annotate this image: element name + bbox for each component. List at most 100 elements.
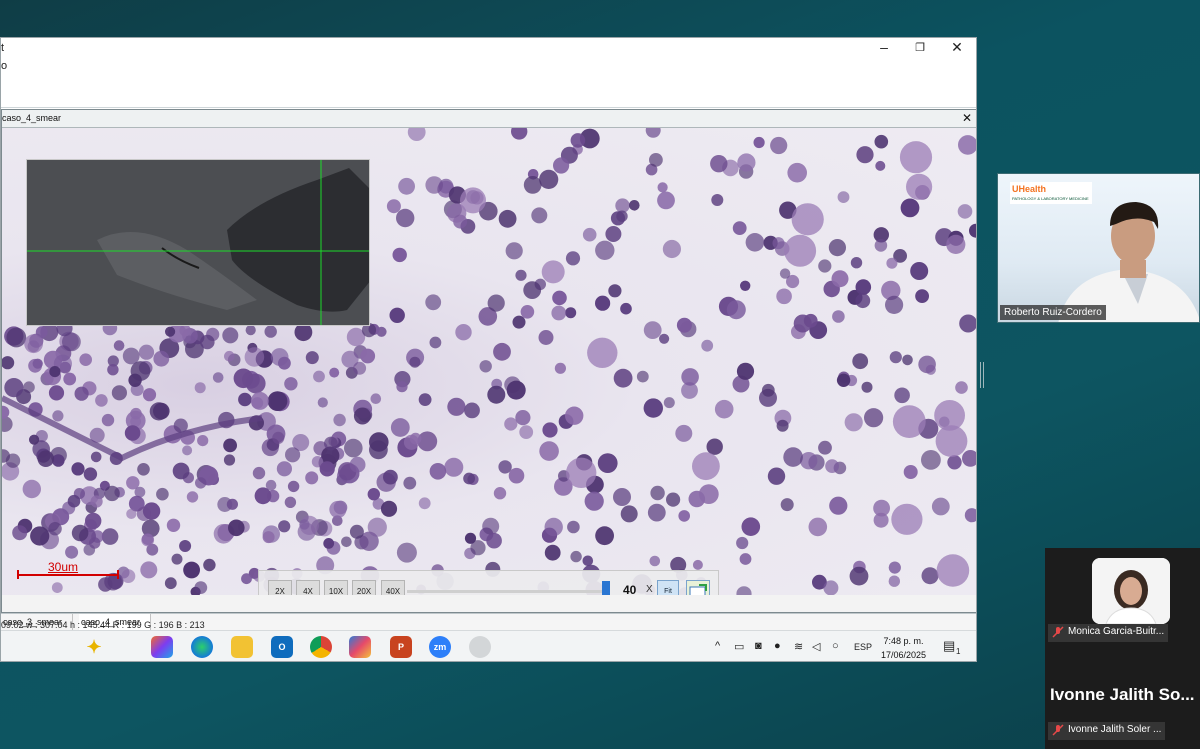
cell-nucleus [429,463,447,480]
cell-nucleus [732,221,747,235]
cell-nucleus [313,370,325,383]
tray-chevron-icon[interactable]: ^ [715,640,720,652]
cell-nucleus [270,348,289,366]
cell-nucleus [706,438,723,455]
notification-icon[interactable]: ▤ [943,638,955,654]
cell-nucleus [244,347,265,367]
cell-nucleus [90,495,103,508]
cell-nucleus [287,480,300,493]
camera-icon[interactable] [469,636,491,658]
cell-nucleus [267,391,288,411]
language-indicator[interactable]: ESP [854,642,872,652]
cell-nucleus [179,540,192,552]
zoom-icon[interactable]: zm [429,636,451,658]
cell-nucleus [493,342,511,361]
cell-nucleus [140,561,158,579]
edge-icon[interactable] [191,636,213,658]
volume-icon[interactable]: ◁ [812,640,820,653]
cell-nucleus [2,405,10,419]
cell-nucleus [885,295,904,314]
zoom-10x-button[interactable]: 10X [324,580,348,595]
cell-nucleus [552,290,567,306]
slide-viewport[interactable]: 30um 2X 4X 10X 20X 40X 40 X Fit [2,128,976,595]
cell-nucleus [553,157,570,174]
zoom-20x-button[interactable]: 20X [352,580,376,595]
cell-nucleus [736,586,752,595]
cell-nucleus [829,496,848,515]
cell-nucleus [329,367,340,378]
large-cell [587,337,618,368]
cell-nucleus [284,496,297,508]
document-close-icon[interactable]: ✕ [962,111,972,125]
cell-nucleus [37,450,55,468]
large-cell [936,554,970,587]
cell-nucleus [455,324,472,341]
speaker-portrait [1058,202,1199,322]
participant-label-2: Ivonne Jalith Soler ... [1048,722,1166,740]
zoom-40x-button[interactable]: 40X [381,580,405,595]
speaker-video-tile[interactable]: UHealth PATHOLOGY & LABORATORY MEDICINE … [997,173,1200,323]
panel-splitter-handle[interactable] [980,362,984,388]
cell-nucleus [666,492,681,507]
cell-nucleus [386,199,401,214]
powerpoint-icon[interactable]: P [390,636,412,658]
explorer-icon[interactable] [231,636,253,658]
large-cell [566,457,597,488]
onedrive-icon[interactable]: ○ [832,640,839,652]
zoom-slider-track[interactable] [407,590,607,593]
cell-nucleus [194,382,206,394]
chrome-icon[interactable] [310,636,332,658]
cell-nucleus [396,381,408,393]
meet-now-icon[interactable]: ◙ [755,640,762,652]
cell-nucleus [254,487,272,505]
cell-nucleus [28,434,40,445]
cell-nucleus [63,372,77,386]
window-title: t [1,42,5,54]
fullscreen-icon[interactable] [686,580,710,595]
window-menu[interactable]: o [1,60,7,72]
cell-nucleus [504,417,518,431]
microphone-icon[interactable]: ● [774,640,781,652]
minimize-button[interactable]: – [866,38,902,56]
cell-nucleus [849,566,869,586]
cell-nucleus [276,461,292,477]
cell-nucleus [329,500,347,519]
participant-name-2: Ivonne Jalith Soler ... [1068,724,1162,735]
wifi-icon[interactable]: ≋ [794,640,803,653]
outlook-icon[interactable]: O [271,636,293,658]
cell-nucleus [367,488,380,501]
copilot-sparkle-icon[interactable]: ✦ [83,636,105,658]
cell-nucleus [852,353,869,370]
close-button[interactable]: ✕ [939,38,975,56]
cell-nucleus [692,559,703,570]
maximize-button[interactable]: ❐ [902,38,938,56]
cell-nucleus [836,373,851,387]
fit-button[interactable]: Fit [657,580,679,595]
cell-nucleus [745,233,765,252]
cell-nucleus [138,344,155,360]
cell-nucleus [278,520,291,533]
copilot-icon[interactable] [151,636,173,658]
cell-nucleus [156,487,169,501]
cell-nucleus [582,555,594,567]
cell-nucleus [657,182,668,193]
paint-icon[interactable] [349,636,371,658]
cell-nucleus [779,268,791,279]
cell-nucleus [323,538,335,549]
cell-nucleus [48,385,65,401]
cell-nucleus [83,467,98,481]
overview-thumbnail[interactable] [26,159,370,326]
zoom-4x-button[interactable]: 4X [296,580,320,595]
cell-nucleus [538,330,554,345]
cell-nucleus [875,160,886,171]
cell-nucleus [613,488,631,506]
cell-nucleus [505,242,523,260]
battery-icon[interactable]: ▭ [734,640,744,653]
cell-nucleus [584,491,604,511]
speaker-name-label: Roberto Ruiz-Cordero [1000,305,1106,320]
zoom-slider-thumb[interactable] [602,581,610,595]
cell-nucleus [855,279,872,295]
taskbar-clock[interactable]: 7:48 p. m. 17/06/2025 [881,634,926,661]
cell-nucleus [678,510,690,522]
zoom-2x-button[interactable]: 2X [268,580,292,595]
